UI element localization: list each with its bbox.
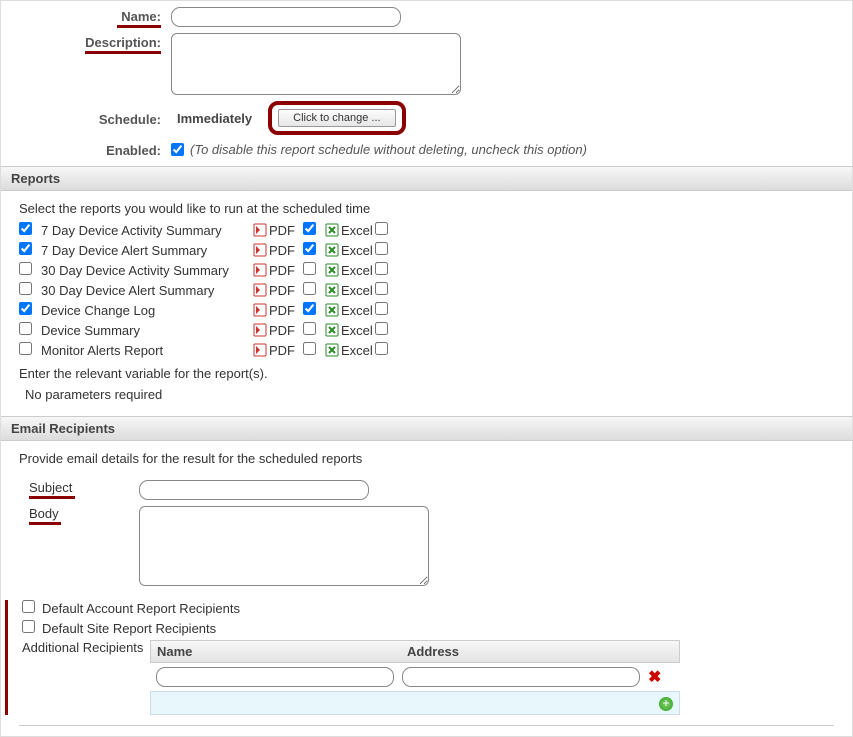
email-header: Email Recipients bbox=[1, 416, 852, 441]
pdf-icon bbox=[251, 303, 269, 317]
subject-label: Subject bbox=[19, 480, 139, 495]
body-textarea[interactable] bbox=[139, 506, 429, 586]
pdf-icon bbox=[251, 263, 269, 277]
excel-label: Excel bbox=[341, 323, 375, 338]
name-label: Name: bbox=[1, 7, 171, 24]
enabled-label: Enabled: bbox=[1, 141, 171, 158]
report-name: 30 Day Device Alert Summary bbox=[41, 283, 251, 298]
pdf-icon bbox=[251, 283, 269, 297]
reports-param-note: Enter the relevant variable for the repo… bbox=[19, 366, 834, 381]
report-pdf-checkbox[interactable] bbox=[303, 342, 316, 355]
recipients-col-address: Address bbox=[407, 644, 673, 659]
add-recipient-button[interactable]: + bbox=[659, 697, 673, 711]
report-excel-checkbox[interactable] bbox=[375, 222, 388, 235]
excel-icon bbox=[323, 303, 341, 317]
excel-label: Excel bbox=[341, 343, 375, 358]
report-pdf-checkbox[interactable] bbox=[303, 222, 316, 235]
pdf-label: PDF bbox=[269, 343, 303, 358]
default-account-label: Default Account Report Recipients bbox=[42, 601, 240, 616]
name-input[interactable] bbox=[171, 7, 401, 27]
report-select-checkbox[interactable] bbox=[19, 322, 32, 335]
recipient-name-input[interactable] bbox=[156, 667, 394, 687]
report-pdf-checkbox[interactable] bbox=[303, 262, 316, 275]
report-pdf-checkbox[interactable] bbox=[303, 282, 316, 295]
report-select-checkbox[interactable] bbox=[19, 262, 32, 275]
report-pdf-checkbox[interactable] bbox=[303, 242, 316, 255]
recipients-col-name: Name bbox=[157, 644, 407, 659]
recipient-row: ✖ bbox=[150, 663, 680, 691]
report-excel-checkbox[interactable] bbox=[375, 282, 388, 295]
excel-icon bbox=[323, 323, 341, 337]
excel-icon bbox=[323, 243, 341, 257]
delete-recipient-button[interactable]: ✖ bbox=[648, 667, 661, 687]
report-name: 7 Day Device Alert Summary bbox=[41, 243, 251, 258]
report-excel-checkbox[interactable] bbox=[375, 242, 388, 255]
report-excel-checkbox[interactable] bbox=[375, 302, 388, 315]
excel-icon bbox=[323, 223, 341, 237]
report-name: 7 Day Device Activity Summary bbox=[41, 223, 251, 238]
report-select-checkbox[interactable] bbox=[19, 242, 32, 255]
pdf-label: PDF bbox=[269, 323, 303, 338]
recipient-address-input[interactable] bbox=[402, 667, 640, 687]
excel-label: Excel bbox=[341, 243, 375, 258]
excel-label: Excel bbox=[341, 303, 375, 318]
subject-input[interactable] bbox=[139, 480, 369, 500]
report-name: Monitor Alerts Report bbox=[41, 343, 251, 358]
schedule-label: Schedule: bbox=[1, 110, 171, 127]
excel-label: Excel bbox=[341, 283, 375, 298]
report-name: 30 Day Device Activity Summary bbox=[41, 263, 251, 278]
report-excel-checkbox[interactable] bbox=[375, 342, 388, 355]
description-label: Description: bbox=[1, 33, 171, 50]
report-row: 30 Day Device Activity Summary PDF Excel bbox=[19, 260, 834, 280]
excel-label: Excel bbox=[341, 223, 375, 238]
report-select-checkbox[interactable] bbox=[19, 302, 32, 315]
default-site-label: Default Site Report Recipients bbox=[42, 621, 216, 636]
report-row: 7 Day Device Activity Summary PDF Excel bbox=[19, 220, 834, 240]
email-provide-note: Provide email details for the result for… bbox=[1, 447, 852, 470]
enabled-note: (To disable this report schedule without… bbox=[190, 142, 587, 157]
report-row: Monitor Alerts Report PDF Excel bbox=[19, 340, 834, 360]
default-site-checkbox[interactable] bbox=[22, 620, 35, 633]
report-name: Device Change Log bbox=[41, 303, 251, 318]
report-excel-checkbox[interactable] bbox=[375, 262, 388, 275]
excel-label: Excel bbox=[341, 263, 375, 278]
excel-icon bbox=[323, 343, 341, 357]
report-pdf-checkbox[interactable] bbox=[303, 322, 316, 335]
report-pdf-checkbox[interactable] bbox=[303, 302, 316, 315]
schedule-change-button[interactable]: Click to change ... bbox=[278, 109, 395, 127]
description-textarea[interactable] bbox=[171, 33, 461, 95]
report-row: Device Summary PDF Excel bbox=[19, 320, 834, 340]
pdf-icon bbox=[251, 223, 269, 237]
report-select-checkbox[interactable] bbox=[19, 222, 32, 235]
report-row: 30 Day Device Alert Summary PDF Excel bbox=[19, 280, 834, 300]
pdf-icon bbox=[251, 243, 269, 257]
report-select-checkbox[interactable] bbox=[19, 342, 32, 355]
pdf-label: PDF bbox=[269, 263, 303, 278]
pdf-label: PDF bbox=[269, 283, 303, 298]
report-excel-checkbox[interactable] bbox=[375, 322, 388, 335]
report-row: 7 Day Device Alert Summary PDF Excel bbox=[19, 240, 834, 260]
schedule-change-highlight: Click to change ... bbox=[268, 101, 405, 135]
pdf-label: PDF bbox=[269, 303, 303, 318]
excel-icon bbox=[323, 263, 341, 277]
report-select-checkbox[interactable] bbox=[19, 282, 32, 295]
body-label: Body bbox=[19, 506, 139, 521]
report-row: Device Change Log PDF Excel bbox=[19, 300, 834, 320]
reports-param-none: No parameters required bbox=[25, 387, 834, 402]
default-account-checkbox[interactable] bbox=[22, 600, 35, 613]
excel-icon bbox=[323, 283, 341, 297]
pdf-label: PDF bbox=[269, 243, 303, 258]
schedule-value: Immediately bbox=[171, 109, 258, 128]
pdf-icon bbox=[251, 343, 269, 357]
report-name: Device Summary bbox=[41, 323, 251, 338]
additional-recipients-label: Additional Recipients bbox=[22, 640, 150, 655]
pdf-icon bbox=[251, 323, 269, 337]
reports-header: Reports bbox=[1, 166, 852, 191]
pdf-label: PDF bbox=[269, 223, 303, 238]
enabled-checkbox[interactable] bbox=[171, 143, 184, 156]
reports-select-note: Select the reports you would like to run… bbox=[1, 197, 852, 220]
